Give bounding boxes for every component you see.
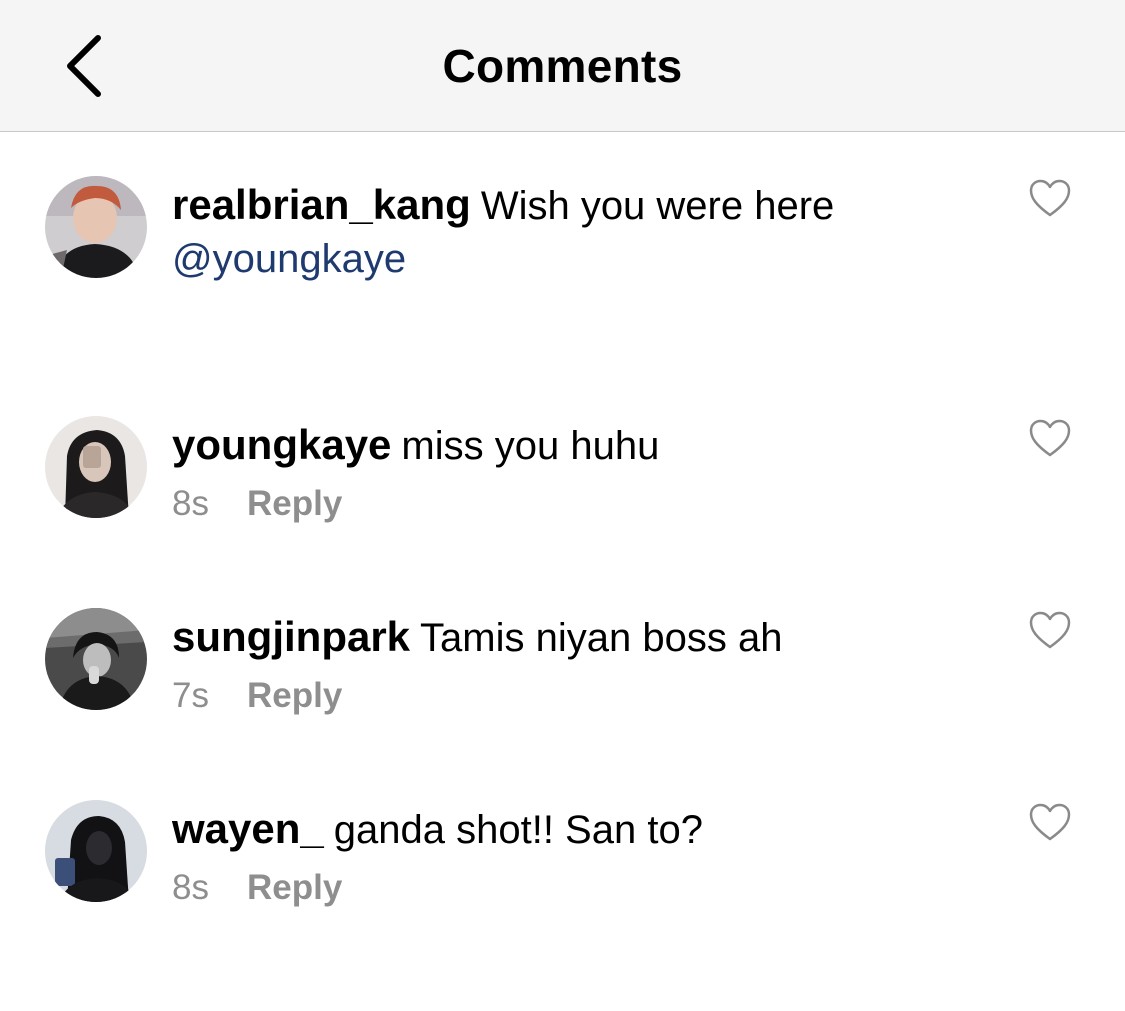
heart-outline-icon	[1029, 803, 1071, 841]
comment-body: realbrian_kang Wish you were here @youngk…	[172, 178, 982, 286]
like-button[interactable]	[1028, 802, 1072, 842]
username[interactable]: youngkaye	[172, 421, 391, 468]
comment-text: Tamis niyan boss ah	[420, 616, 783, 660]
timestamp: 8s	[172, 484, 209, 523]
username[interactable]: realbrian_kang	[172, 181, 471, 228]
avatar[interactable]	[45, 416, 147, 518]
comment-meta: 8s Reply	[172, 866, 342, 910]
comment-body: sungjinpark Tamis niyan boss ah	[172, 610, 982, 665]
username[interactable]: wayen_	[172, 805, 324, 852]
avatar[interactable]	[45, 176, 147, 278]
reply-button[interactable]: Reply	[247, 676, 342, 715]
reply-button[interactable]: Reply	[247, 484, 342, 523]
comment-text: ganda shot!! San to?	[333, 808, 703, 852]
comment-text: miss you huhu	[401, 424, 660, 468]
username[interactable]: sungjinpark	[172, 613, 410, 660]
comment-meta: 8s Reply	[172, 482, 342, 526]
heart-outline-icon	[1029, 179, 1071, 217]
comment-body: wayen_ ganda shot!! San to?	[172, 802, 982, 857]
mention-link[interactable]: @youngkaye	[172, 237, 406, 281]
comment-meta: 7s Reply	[172, 674, 342, 718]
timestamp: 8s	[172, 868, 209, 907]
page-title: Comments	[442, 40, 683, 92]
avatar[interactable]	[45, 608, 147, 710]
heart-outline-icon	[1029, 611, 1071, 649]
like-button[interactable]	[1028, 418, 1072, 458]
comments-screen: Comments realbrian_kang Wish you were her…	[0, 0, 1125, 1011]
like-button[interactable]	[1028, 178, 1072, 218]
avatar[interactable]	[45, 800, 147, 902]
comment-body: youngkaye miss you huhu	[172, 418, 982, 473]
nav-bar: Comments	[0, 0, 1125, 132]
heart-outline-icon	[1029, 419, 1071, 457]
comment-text: Wish you were here	[480, 184, 835, 228]
reply-button[interactable]: Reply	[247, 868, 342, 907]
timestamp: 7s	[172, 676, 209, 715]
like-button[interactable]	[1028, 610, 1072, 650]
